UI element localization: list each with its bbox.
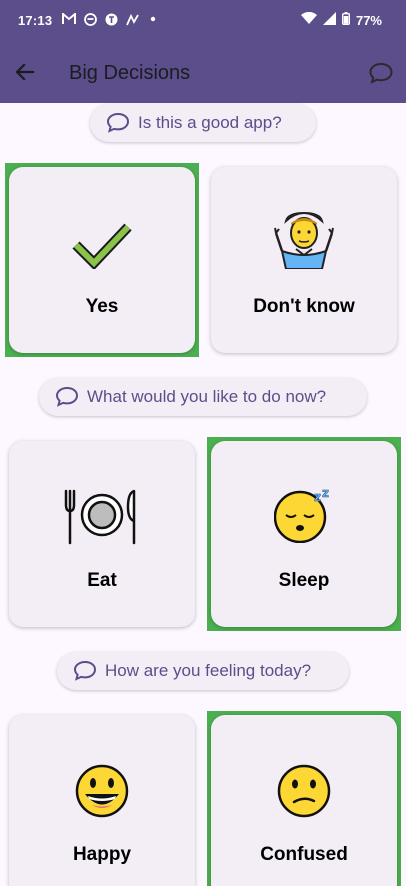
gmail-icon (62, 12, 76, 26)
question-chip[interactable]: Is this a good app? (90, 104, 316, 142)
option-eat[interactable]: Eat (5, 437, 199, 631)
app-notification-icon (83, 12, 97, 26)
option-label: Happy (72, 844, 132, 865)
option-label: Confused (260, 844, 348, 865)
status-bar: 17:13 77% (0, 0, 406, 40)
confused-face-icon (277, 764, 331, 818)
check-mark-icon (72, 223, 132, 269)
option-label: Eat (87, 570, 117, 591)
speech-bubble-icon (73, 660, 97, 681)
option-card[interactable]: Happy (9, 715, 195, 886)
signal-icon (322, 12, 336, 28)
translate-icon (104, 12, 118, 26)
wifi-icon (300, 11, 317, 28)
option-confused[interactable]: Confused (207, 711, 401, 886)
activity-icon (125, 12, 139, 26)
sleeping-face-icon: z z (274, 487, 329, 543)
dot-icon (146, 12, 160, 26)
option-card[interactable]: Don't know (211, 167, 397, 353)
svg-text:z: z (322, 487, 329, 500)
plate-fork-knife-icon (64, 489, 136, 545)
question-text: Is this a good app? (138, 113, 282, 132)
option-card[interactable]: z z Sleep (211, 441, 397, 627)
svg-text:z: z (314, 490, 321, 504)
back-arrow-icon[interactable] (13, 60, 37, 84)
option-happy[interactable]: Happy (5, 711, 199, 886)
speech-bubble-icon (55, 386, 79, 407)
speech-bubble-icon (106, 112, 130, 133)
option-sleep[interactable]: z z Sleep (207, 437, 401, 631)
question-text: What would you like to do now? (87, 387, 327, 406)
chat-bubble-icon[interactable] (368, 61, 394, 85)
question-chip[interactable]: How are you feeling today? (57, 652, 349, 690)
question-text: How are you feeling today? (105, 661, 312, 680)
battery-percentage: 77% (355, 12, 382, 28)
option-label: Yes (85, 296, 119, 317)
option-dont-know[interactable]: Don't know (207, 163, 405, 357)
grinning-face-icon (75, 764, 129, 818)
option-label: Don't know (253, 296, 355, 317)
system-icons: 77% (300, 11, 382, 28)
option-yes[interactable]: Yes (5, 163, 199, 357)
status-time: 17:13 (18, 13, 53, 28)
option-card[interactable]: Confused (211, 715, 397, 886)
person-shrugging-icon (274, 211, 334, 269)
question-chip[interactable]: What would you like to do now? (39, 378, 367, 416)
option-card[interactable]: Yes (9, 167, 195, 353)
app-bar: Big Decisions (0, 40, 406, 103)
page-title: Big Decisions (69, 62, 191, 84)
option-label: Sleep (278, 570, 330, 591)
battery-icon (341, 12, 350, 28)
notification-icons (62, 12, 160, 26)
option-card[interactable]: Eat (9, 441, 195, 627)
